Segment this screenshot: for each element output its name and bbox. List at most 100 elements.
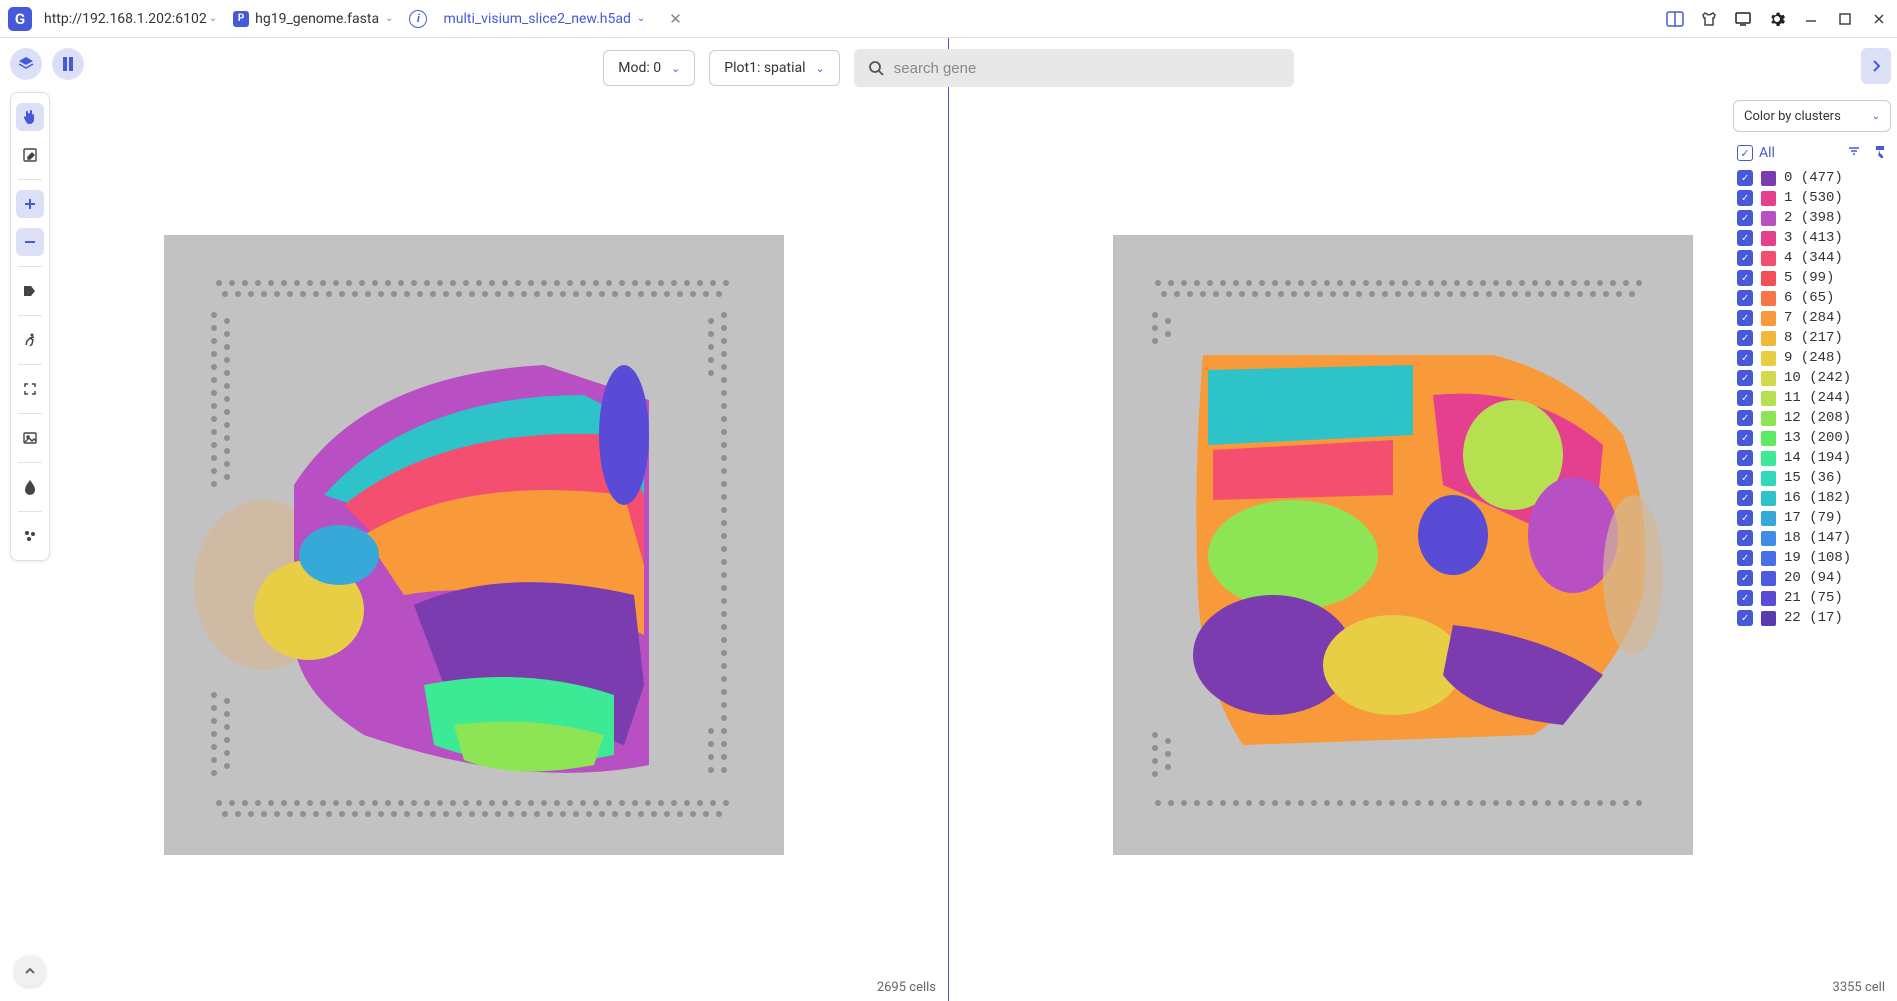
monitor-icon[interactable] [1733,9,1753,29]
cluster-item-22[interactable]: ✓ 22 (17) [1737,610,1887,626]
shirt-icon[interactable] [1699,9,1719,29]
cluster-item-5[interactable]: ✓ 5 (99) [1737,270,1887,286]
cluster-checkbox[interactable]: ✓ [1737,410,1753,426]
cluster-checkbox[interactable]: ✓ [1737,550,1753,566]
panel-left[interactable]: 2695 cells [0,38,948,1001]
cluster-item-9[interactable]: ✓ 9 (248) [1737,350,1887,366]
cluster-checkbox[interactable]: ✓ [1737,610,1753,626]
app-logo[interactable]: G [8,7,32,31]
cluster-checkbox[interactable]: ✓ [1737,470,1753,486]
search-gene-input[interactable] [894,60,1280,77]
cluster-label: 8 (217) [1784,330,1843,346]
cluster-label: 17 (79) [1784,510,1843,526]
fullscreen-tool[interactable] [16,375,44,403]
color-by-label: Color by clusters [1744,109,1841,124]
cluster-item-1[interactable]: ✓ 1 (530) [1737,190,1887,206]
cluster-checkbox[interactable]: ✓ [1737,490,1753,506]
cluster-checkbox[interactable]: ✓ [1737,170,1753,186]
cluster-checkbox[interactable]: ✓ [1737,190,1753,206]
color-by-dropdown[interactable]: Color by clusters ⌄ [1733,100,1891,132]
filter-icon[interactable] [1847,144,1861,162]
info-icon[interactable]: i [409,10,427,28]
zoom-in-tool[interactable] [16,190,44,218]
cluster-label: 13 (200) [1784,430,1851,446]
cluster-checkbox[interactable]: ✓ [1737,210,1753,226]
layout-split-icon[interactable] [1665,9,1685,29]
cluster-item-6[interactable]: ✓ 6 (65) [1737,290,1887,306]
cluster-checkbox[interactable]: ✓ [1737,310,1753,326]
pause-button[interactable] [52,48,84,80]
close-tab-button[interactable]: ✕ [661,10,690,28]
cluster-label: 14 (194) [1784,450,1851,466]
cluster-checkbox[interactable]: ✓ [1737,510,1753,526]
close-window-icon[interactable] [1869,9,1889,29]
cluster-label: 19 (108) [1784,550,1851,566]
cluster-item-8[interactable]: ✓ 8 (217) [1737,330,1887,346]
cluster-item-11[interactable]: ✓ 11 (244) [1737,390,1887,406]
cluster-checkbox[interactable]: ✓ [1737,370,1753,386]
cluster-checkbox[interactable]: ✓ [1737,270,1753,286]
zoom-out-tool[interactable] [16,228,44,256]
cluster-label: 3 (413) [1784,230,1843,246]
minimize-icon[interactable] [1801,9,1821,29]
run-person-tool[interactable] [16,326,44,354]
cluster-item-0[interactable]: ✓ 0 (477) [1737,170,1887,186]
cluster-item-16[interactable]: ✓ 16 (182) [1737,490,1887,506]
cluster-item-21[interactable]: ✓ 21 (75) [1737,590,1887,606]
search-gene-box[interactable] [854,49,1294,87]
cluster-checkbox[interactable]: ✓ [1737,450,1753,466]
cluster-checkbox[interactable]: ✓ [1737,350,1753,366]
spatial-canvas-left[interactable] [164,235,784,855]
cluster-checkbox[interactable]: ✓ [1737,570,1753,586]
url-dropdown[interactable]: http://192.168.1.202:6102 ⌄ [44,11,217,27]
cluster-label: 1 (530) [1784,190,1843,206]
paint-icon[interactable] [1873,144,1887,162]
maximize-icon[interactable] [1835,9,1855,29]
layers-button[interactable] [10,48,42,80]
gear-icon[interactable] [1767,9,1787,29]
cluster-label: 18 (147) [1784,530,1851,546]
plot-dropdown[interactable]: Plot1: spatial ⌄ [709,50,839,86]
image-tool[interactable] [16,424,44,452]
cluster-item-19[interactable]: ✓ 19 (108) [1737,550,1887,566]
cluster-item-7[interactable]: ✓ 7 (284) [1737,310,1887,326]
cluster-item-10[interactable]: ✓ 10 (242) [1737,370,1887,386]
url-text: http://192.168.1.202:6102 [44,11,207,27]
cluster-color-swatch [1761,411,1776,426]
cluster-item-2[interactable]: ✓ 2 (398) [1737,210,1887,226]
cluster-item-4[interactable]: ✓ 4 (344) [1737,250,1887,266]
tab-multi-visium[interactable]: multi_visium_slice2_new.h5ad ⌄ [435,7,653,31]
search-icon [868,60,884,76]
pan-tool[interactable] [16,103,44,131]
mod-dropdown[interactable]: Mod: 0 ⌄ [603,50,695,86]
cluster-item-15[interactable]: ✓ 15 (36) [1737,470,1887,486]
cluster-checkbox[interactable]: ✓ [1737,530,1753,546]
tab-hg19-genome[interactable]: P hg19_genome.fasta ⌄ [225,7,401,31]
cluster-checkbox[interactable]: ✓ [1737,590,1753,606]
toolbar-row: Mod: 0 ⌄ Plot1: spatial ⌄ [0,48,1897,88]
cluster-item-17[interactable]: ✓ 17 (79) [1737,510,1887,526]
cluster-item-18[interactable]: ✓ 18 (147) [1737,530,1887,546]
cluster-checkbox[interactable]: ✓ [1737,250,1753,266]
expand-fab[interactable] [14,955,46,987]
droplet-tool[interactable] [16,473,44,501]
cluster-item-3[interactable]: ✓ 3 (413) [1737,230,1887,246]
cluster-checkbox[interactable]: ✓ [1737,230,1753,246]
edit-tool[interactable] [16,141,44,169]
cluster-checkbox[interactable]: ✓ [1737,430,1753,446]
cluster-item-14[interactable]: ✓ 14 (194) [1737,450,1887,466]
cluster-checkbox[interactable]: ✓ [1737,330,1753,346]
cluster-item-12[interactable]: ✓ 12 (208) [1737,410,1887,426]
collapse-panel-button[interactable] [1861,48,1891,84]
cluster-item-20[interactable]: ✓ 20 (94) [1737,570,1887,586]
cluster-checkbox[interactable]: ✓ [1737,390,1753,406]
cluster-item-13[interactable]: ✓ 13 (200) [1737,430,1887,446]
cluster-all-toggle[interactable]: ✓ All [1737,145,1775,161]
cluster-color-swatch [1761,571,1776,586]
scatter-tool[interactable] [16,522,44,550]
cluster-checkbox[interactable]: ✓ [1737,290,1753,306]
cluster-color-swatch [1761,311,1776,326]
tag-tool[interactable] [16,277,44,305]
spatial-canvas-right[interactable] [1113,235,1693,855]
checkbox-all[interactable]: ✓ [1737,145,1753,161]
